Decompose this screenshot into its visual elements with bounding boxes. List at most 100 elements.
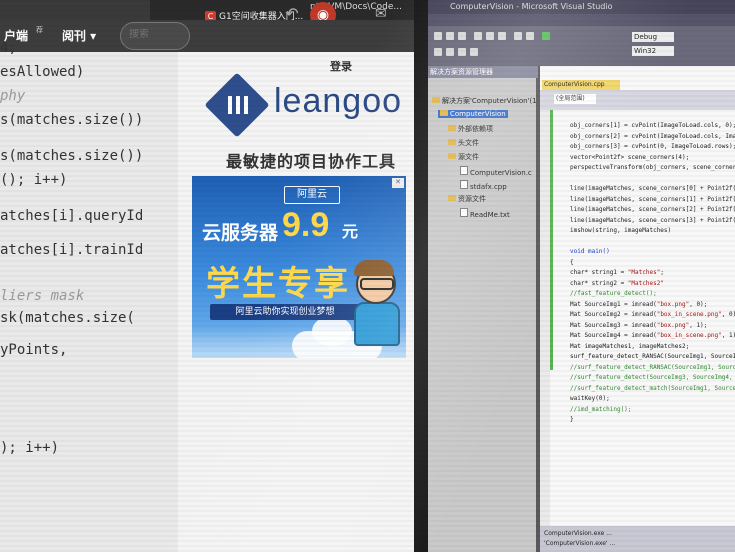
copy-icon[interactable] bbox=[486, 32, 494, 40]
editor-line: line(imageMatches, scene_corners[0] + Po… bbox=[570, 185, 735, 192]
editor-line: Mat SourceImg3 = imread("box.png", 1); bbox=[570, 321, 708, 329]
configuration-select[interactable]: Debug bbox=[632, 32, 674, 42]
code-editor[interactable]: ComputerVision.cpp (全局范围) obj_corners[1]… bbox=[540, 66, 735, 552]
tree-item-label: 解决方案'ComputerVision'(1 bbox=[442, 97, 537, 105]
search-input[interactable] bbox=[129, 29, 184, 40]
scope-dropdown[interactable]: (全局范围) bbox=[554, 94, 596, 104]
editor-line: line(imageMatches, scene_corners[2] + Po… bbox=[570, 206, 735, 213]
search-box[interactable] bbox=[120, 22, 190, 50]
price-value: 9.9 bbox=[282, 206, 330, 244]
tree-item-label: ComputerVision bbox=[450, 110, 506, 118]
tree-item[interactable]: 解决方案'ComputerVision'(1 bbox=[432, 96, 537, 106]
window-title: ComputerVision - Microsoft Visual Studio bbox=[450, 2, 613, 11]
editor-gutter bbox=[540, 110, 550, 552]
ad-close-icon[interactable]: ✕ bbox=[392, 178, 404, 188]
editor-line: surf_feature_detect_RANSAC(SourceImg1, S… bbox=[570, 353, 735, 360]
bookmark-icon[interactable] bbox=[446, 48, 454, 56]
tree-item[interactable]: ComputerVision.c bbox=[460, 166, 532, 177]
code-line: yPoints, bbox=[0, 342, 68, 358]
solution-explorer: 解决方案资源管理器 解决方案'ComputerVision'(1 Computer… bbox=[428, 66, 538, 552]
tab-computervision-cpp[interactable]: ComputerVision.cpp bbox=[542, 80, 620, 90]
editor-line: obj_corners[2] = cvPoint(ImageToLoad.col… bbox=[570, 132, 735, 140]
tree-item[interactable]: 外部依赖项 bbox=[448, 124, 493, 134]
start-debug-icon[interactable] bbox=[542, 32, 550, 40]
folder-icon bbox=[448, 139, 456, 145]
new-file-icon[interactable] bbox=[434, 32, 442, 40]
site-nav-bar: 户端 荐 阅刊 ▾ bbox=[0, 20, 425, 52]
editor-line: //imd_matching(); bbox=[570, 405, 632, 413]
editor-line: char* string2 = "Matches2" bbox=[570, 279, 664, 287]
code-line: sk(matches.size( bbox=[0, 310, 135, 326]
vs-menubar[interactable] bbox=[428, 14, 735, 26]
editor-line: obj_corners[1] = cvPoint(ImageToLoad.col… bbox=[570, 122, 735, 129]
editor-line: vector<Point2f> scene_corners(4); bbox=[570, 153, 690, 161]
editor-line: //surf_feature_detect_match(SourceImg1, … bbox=[570, 384, 735, 392]
tree-item[interactable]: stdafx.cpp bbox=[460, 180, 507, 191]
tree-item[interactable]: ReadMe.txt bbox=[460, 208, 510, 219]
code-line: 4; bbox=[0, 40, 17, 56]
code-line: liers mask bbox=[0, 288, 85, 304]
aliyun-tagline: 阿里云助你实现创业梦想 bbox=[210, 304, 360, 320]
redo-icon[interactable] bbox=[526, 32, 534, 40]
code-line: s(matches.size()) bbox=[0, 148, 144, 164]
solution-explorer-header: 解决方案资源管理器 bbox=[428, 66, 538, 78]
folder-icon bbox=[448, 125, 456, 131]
editor-line: void main() bbox=[570, 248, 610, 255]
code-line: atches[i].queryId bbox=[0, 208, 144, 224]
save-icon[interactable] bbox=[458, 32, 466, 40]
tree-item-label: ComputerVision.c bbox=[470, 169, 532, 177]
leangoo-logo-text[interactable]: leangoo bbox=[274, 82, 402, 121]
file-icon bbox=[460, 180, 468, 189]
code-line: phy bbox=[0, 88, 26, 104]
editor-line: Mat SourceImg4 = imread("box_in_scene.pn… bbox=[570, 332, 735, 339]
find-icon[interactable] bbox=[434, 48, 442, 56]
student-offer-label: 学生专享 bbox=[206, 264, 350, 304]
code-line: ); i++) bbox=[0, 440, 60, 456]
editor-line: //surf_feature_detect_RANSAC(SourceImg1,… bbox=[570, 363, 735, 371]
platform-select[interactable]: Win32 bbox=[632, 46, 674, 56]
editor-line: obj_corners[3] = cvPoint(0, ImageToLoad.… bbox=[570, 143, 735, 150]
leangoo-slogan: 最敏捷的项目协作工具 bbox=[226, 152, 397, 171]
tree-item[interactable]: 源文件 bbox=[448, 152, 479, 162]
code-line: atches[i].trainId bbox=[0, 242, 144, 258]
editor-line: perspectiveTransform(obj_corners, scene_… bbox=[570, 164, 735, 171]
editor-line: line(imageMatches, scene_corners[3] + Po… bbox=[570, 216, 735, 224]
aliyun-ad-banner[interactable]: ✕ 阿里云 云服务器 9.9 元 学生专享 阿里云助你实现创业梦想 bbox=[192, 176, 406, 358]
editor-line: } bbox=[570, 416, 574, 423]
tree-item-label: ReadMe.txt bbox=[470, 211, 510, 219]
code-line: esAllowed) bbox=[0, 64, 85, 80]
output-panel[interactable]: ComputerVision.exe ... 'ComputerVision.ex… bbox=[540, 526, 735, 552]
indent-icon[interactable] bbox=[470, 48, 478, 56]
editor-line: imshow(string, imageMatches) bbox=[570, 227, 672, 234]
tree-item-label: 外部依赖项 bbox=[458, 125, 493, 133]
editor-line: waitKey(0); bbox=[570, 395, 610, 402]
folder-icon bbox=[448, 195, 456, 201]
editor-line: //surf_feature_detect(SourceImg3, Source… bbox=[570, 374, 735, 381]
cut-icon[interactable] bbox=[474, 32, 482, 40]
undo-icon[interactable] bbox=[514, 32, 522, 40]
output-line: 'ComputerVision.exe' ... bbox=[544, 540, 616, 547]
cartoon-mascot-icon bbox=[348, 260, 400, 346]
comment-icon[interactable] bbox=[458, 48, 466, 56]
tree-item[interactable]: 资源文件 bbox=[448, 194, 486, 204]
tree-item-label: 源文件 bbox=[458, 153, 479, 161]
open-icon[interactable] bbox=[446, 32, 454, 40]
paste-icon[interactable] bbox=[498, 32, 506, 40]
folder-icon bbox=[432, 97, 440, 103]
editor-line: //fast_feature_detect(); bbox=[570, 290, 657, 297]
output-line: ComputerVision.exe ... bbox=[544, 530, 612, 537]
editor-line: Mat imageMatches1, imageMatches2; bbox=[570, 342, 690, 350]
editor-line: { bbox=[570, 258, 574, 266]
reading-menu[interactable]: 阅刊 ▾ bbox=[62, 27, 96, 44]
login-link[interactable]: 登录 bbox=[330, 58, 352, 74]
tree-item-label: 资源文件 bbox=[458, 195, 486, 203]
tree-item-label: stdafx.cpp bbox=[470, 183, 507, 191]
vs-titlebar: ComputerVision - Microsoft Visual Studio bbox=[428, 0, 735, 14]
folder-icon bbox=[440, 110, 448, 116]
folder-icon bbox=[448, 153, 456, 159]
editor-line: Mat SourceImg1 = imread("box.png", 0); bbox=[570, 300, 708, 308]
code-listing: 4; esAllowed) phy s(matches.size()) s(matche… bbox=[0, 40, 180, 552]
tree-item[interactable]: 头文件 bbox=[448, 138, 479, 148]
tree-item[interactable]: ComputerVision bbox=[438, 110, 508, 118]
change-indicator bbox=[550, 110, 553, 370]
